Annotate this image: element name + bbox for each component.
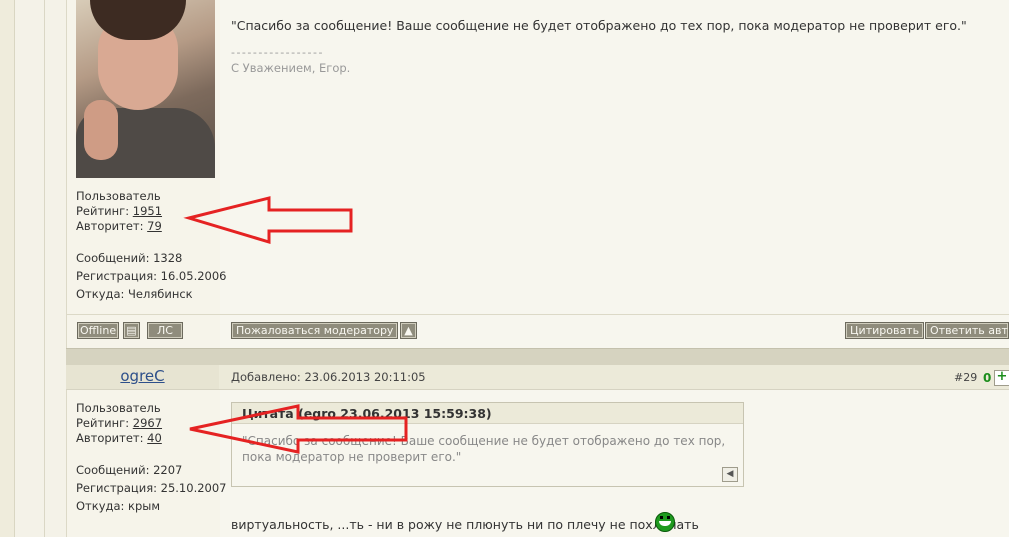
post1-rating-line: Рейтинг: 1951 [76,204,162,219]
post1-signature: С Уважением, Егор. [231,61,351,75]
post2-vote-count: 0 [983,371,992,385]
grin-smiley-icon [655,512,675,532]
quote-button[interactable]: Цитировать [845,322,925,339]
signature-divider: - - - - - - - - - - - - - - - - - [231,46,322,59]
rating-link[interactable]: 1951 [133,204,162,218]
reply-author-button[interactable]: Ответить авто [925,322,1009,339]
post1-quote-text: "Спасибо за сообщение! Ваше сообщение не… [231,18,967,33]
post2-message: виртуальность, ...ть - ни в рожу не плюн… [231,517,699,532]
post2-authority-line: Авторитет: 40 [76,431,162,446]
avatar[interactable] [76,0,215,178]
rating-link[interactable]: 2967 [133,416,162,430]
post2-role: Пользователь [76,401,161,415]
post1-footer-divider [66,314,1009,315]
left-arrow-icon[interactable]: ◀ [722,467,738,482]
report-moderator-button[interactable]: Пожаловаться модератору [231,322,399,339]
post2-number[interactable]: #29 [954,371,977,384]
post2-rating-line: Рейтинг: 2967 [76,416,162,431]
post2-author-link[interactable]: ogreC [66,367,219,385]
post1-registered: Регистрация: 16.05.2006 [76,269,227,283]
authority-label: Авторитет: [76,431,144,445]
annotation-arrow-2 [189,404,408,454]
post1-location: Откуда: Челябинск [76,287,193,301]
post1-role: Пользователь [76,189,161,203]
profile-card-icon[interactable]: ▤ [123,322,140,339]
rating-label: Рейтинг: [76,204,130,218]
post1-messages: Сообщений: 1328 [76,251,183,265]
post2-messages: Сообщений: 2207 [76,463,183,477]
offline-status-button[interactable]: Offline [77,322,120,339]
pm-button[interactable]: ЛС [147,322,183,339]
rating-label: Рейтинг: [76,416,130,430]
up-arrow-icon[interactable]: ▲ [400,322,417,339]
authority-label: Авторитет: [76,219,144,233]
authority-link[interactable]: 79 [147,219,162,233]
post2-date: Добавлено: 23.06.2013 20:11:05 [231,370,426,384]
authority-link[interactable]: 40 [147,431,162,445]
page-left-strip [0,0,15,537]
post1-authority-line: Авторитет: 79 [76,219,162,234]
page-left-line [44,0,45,537]
post2-registered: Регистрация: 25.10.2007 [76,481,227,495]
annotation-arrow-1 [183,196,353,245]
post-separator [66,348,1009,365]
plus-vote-button[interactable]: + [994,370,1009,386]
post2-location: Откуда: крым [76,499,161,513]
